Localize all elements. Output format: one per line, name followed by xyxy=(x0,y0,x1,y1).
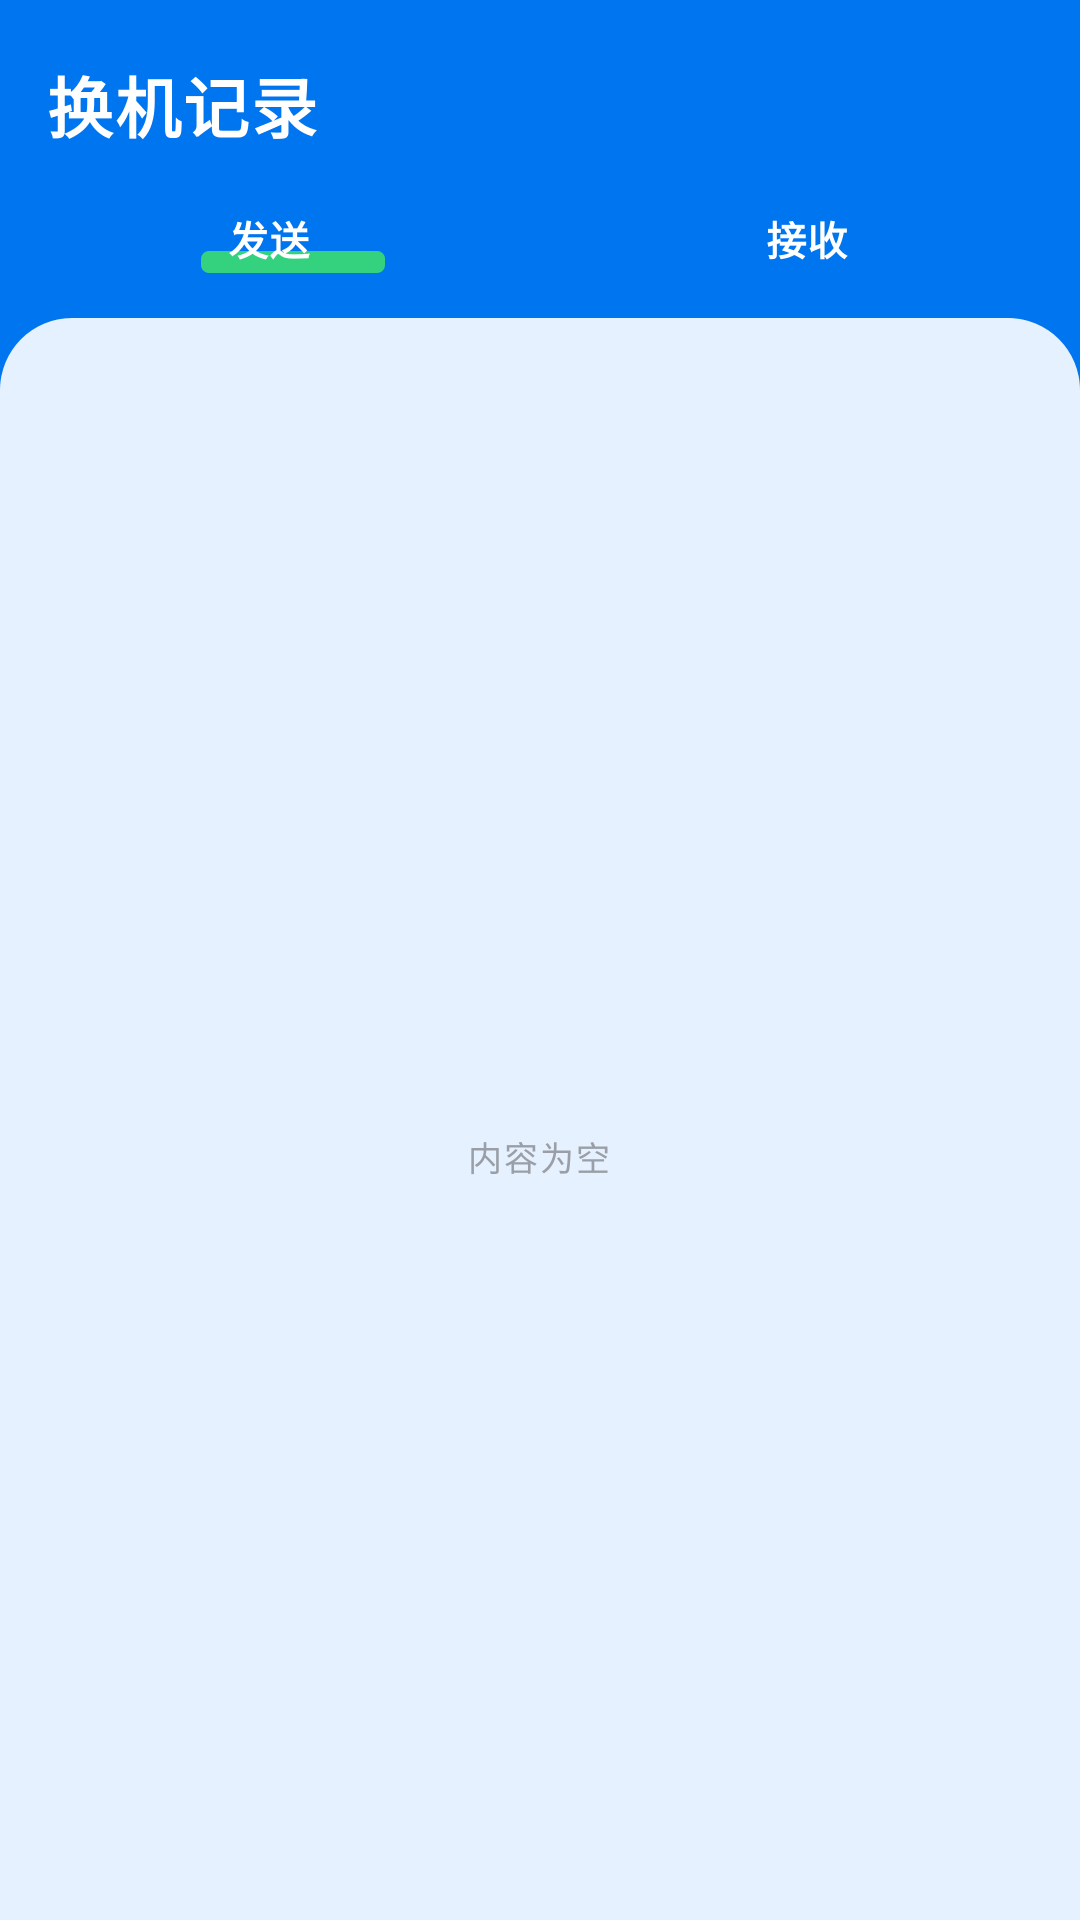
tab-receive[interactable]: 接收 xyxy=(538,205,1078,285)
empty-state-text: 内容为空 xyxy=(468,1140,612,1180)
content-panel xyxy=(0,318,1080,1920)
tab-send-label: 发送 xyxy=(229,219,311,265)
tab-bar: 发送 接收 xyxy=(0,205,1080,285)
header: 换机记录 发送 接收 xyxy=(0,0,1080,330)
page-title: 换机记录 xyxy=(48,71,320,148)
tab-send[interactable]: 发送 xyxy=(0,205,540,285)
tab-receive-label: 接收 xyxy=(767,219,849,265)
